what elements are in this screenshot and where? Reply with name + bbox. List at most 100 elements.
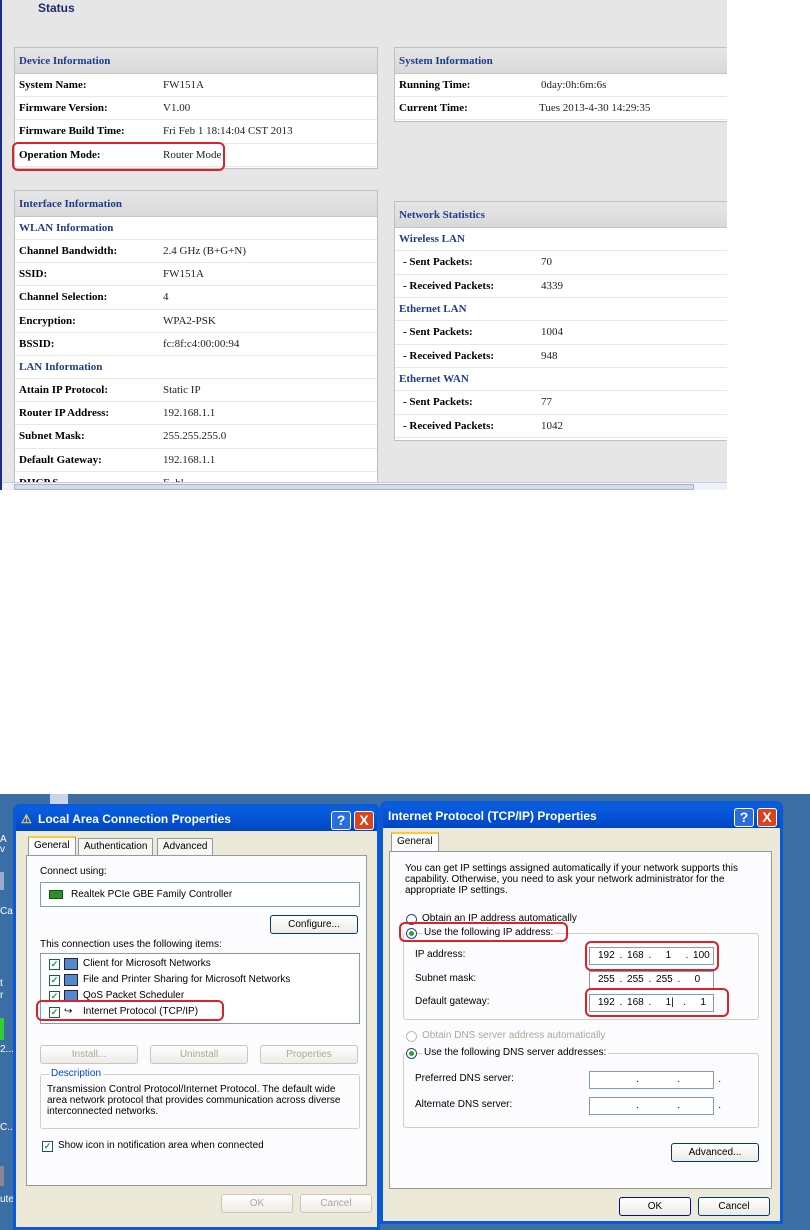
info-row: Attain IP Protocol: Static IP <box>15 379 377 403</box>
desktop-icon-label[interactable]: 2... <box>0 1044 14 1055</box>
ip-address-highlight <box>585 941 719 971</box>
intro-text: You can get IP settings assigned automat… <box>405 863 738 896</box>
radio-obtain-dns-auto[interactable] <box>406 1031 417 1042</box>
dns-group <box>403 1053 759 1128</box>
stats-row: - Received Packets: 4339 <box>395 275 727 298</box>
info-row: BSSID: fc:8f:c4:00:00:94 <box>15 333 377 356</box>
help-button[interactable]: ? <box>734 808 754 827</box>
show-icon-label: Show icon in notification area when conn… <box>58 1140 264 1151</box>
connect-using-label: Connect using: <box>40 866 107 877</box>
desktop-icon-label[interactable]: C.. <box>0 1122 13 1133</box>
tab-advanced[interactable]: Advanced <box>157 838 214 855</box>
subnet-mask-field[interactable]: 255 . 255 . 255 . 0 <box>589 971 714 989</box>
use-dns-label: Use the following DNS server addresses: <box>422 1047 609 1058</box>
description-legend: Description <box>49 1068 104 1079</box>
stats-group-ethernet-lan: Ethernet LAN <box>395 298 727 321</box>
interface-information-panel: Interface Information WLAN Information C… <box>14 190 378 490</box>
panel-header: Interface Information <box>15 191 377 217</box>
stats-row: - Sent Packets: 77 <box>395 391 727 415</box>
properties-button[interactable]: Properties <box>260 1045 358 1064</box>
dialog-title: Internet Protocol (TCP/IP) Properties <box>388 809 597 823</box>
stats-group-ethernet-wan: Ethernet WAN <box>395 368 727 391</box>
cancel-button[interactable]: Cancel <box>698 1197 770 1216</box>
adapter-box: Realtek PCIe GBE Family Controller <box>40 882 360 907</box>
desktop-area: A v Cal t r 2... C.. ute ⚠ Local Area Co… <box>0 794 810 1230</box>
general-tab-panel: Connect using: Realtek PCIe GBE Family C… <box>26 855 367 1186</box>
dialog-titlebar[interactable]: ⚠ Local Area Connection Properties ? X <box>16 807 377 831</box>
tab-general[interactable]: General <box>391 832 439 851</box>
panel-header: Device Information <box>15 48 377 74</box>
panel-header: Network Statistics <box>395 202 727 228</box>
description-group: Description Transmission Control Protoco… <box>40 1068 360 1129</box>
tab-general[interactable]: General <box>28 836 76 855</box>
uninstall-button[interactable]: Uninstall <box>150 1045 248 1064</box>
local-area-connection-dialog: ⚠ Local Area Connection Properties ? X G… <box>13 804 380 1230</box>
checkbox-show-icon[interactable]: ✓ <box>42 1141 53 1152</box>
tab-authentication[interactable]: Authentication <box>78 838 154 855</box>
configure-button[interactable]: Configure... <box>270 915 358 934</box>
default-gateway-highlight <box>585 988 729 1017</box>
info-row: Default Gateway: 192.168.1.1 <box>15 449 377 472</box>
advanced-button[interactable]: Advanced... <box>671 1143 759 1162</box>
system-information-panel: System Information Running Time: 0day:0h:… <box>394 47 727 122</box>
dialog-title: Local Area Connection Properties <box>38 812 231 826</box>
info-row: Current Time: Tues 2013-4-30 14:29:35 <box>395 97 727 121</box>
obtain-dns-label: Obtain DNS server address automatically <box>422 1030 606 1041</box>
lan-subheader: LAN Information <box>15 356 377 379</box>
ok-button[interactable]: OK <box>221 1194 293 1213</box>
list-item[interactable]: File and Printer Sharing for Microsoft N… <box>83 974 290 985</box>
horizontal-scrollbar[interactable] <box>2 482 727 490</box>
client-icon <box>64 958 78 970</box>
desktop-icon[interactable] <box>0 1166 4 1186</box>
ok-button[interactable]: OK <box>619 1197 691 1216</box>
subnet-mask-label: Subnet mask: <box>415 973 477 984</box>
dialog-body: General You can get IP settings assigned… <box>383 828 780 1221</box>
general-tab-panel: You can get IP settings assigned automat… <box>389 851 772 1189</box>
desktop-icon-label[interactable]: r <box>0 990 3 1001</box>
info-row: Router IP Address: 192.168.1.1 <box>15 402 377 426</box>
stats-group-wireless-lan: Wireless LAN <box>395 228 727 251</box>
info-row: Firmware Version: V1.00 <box>15 97 377 121</box>
network-connection-icon: ⚠ <box>21 812 32 826</box>
scrollbar-thumb[interactable] <box>14 484 694 490</box>
list-item[interactable]: Client for Microsoft Networks <box>83 958 211 969</box>
desktop-icon[interactable] <box>0 872 4 890</box>
close-button[interactable]: X <box>757 808 777 827</box>
checkbox-file-sharing[interactable]: ✓ <box>49 975 60 986</box>
wlan-subheader: WLAN Information <box>15 217 377 240</box>
cancel-button[interactable]: Cancel <box>300 1194 372 1213</box>
checkbox-client[interactable]: ✓ <box>49 959 60 970</box>
dialog-titlebar[interactable]: Internet Protocol (TCP/IP) Properties ? … <box>383 804 780 828</box>
info-row: Subnet Mask: 255.255.255.0 <box>15 425 377 449</box>
info-row: Encryption: WPA2-PSK <box>15 310 377 333</box>
preferred-dns-field[interactable]: . . . <box>589 1071 721 1089</box>
page-title: Status <box>38 1 75 15</box>
stats-row: - Received Packets: 1042 <box>395 415 727 438</box>
preferred-dns-label: Preferred DNS server: <box>415 1073 514 1084</box>
close-button[interactable]: X <box>354 811 374 830</box>
items-label: This connection uses the following items… <box>40 939 222 950</box>
description-text: Transmission Control Protocol/Internet P… <box>47 1084 341 1117</box>
info-row: Firmware Build Time: Fri Feb 1 18:14:04 C… <box>15 120 377 144</box>
install-button[interactable]: Install... <box>40 1045 138 1064</box>
desktop-icon-label[interactable]: ute <box>0 1194 14 1205</box>
stats-row: - Sent Packets: 70 <box>395 251 727 275</box>
alternate-dns-field[interactable]: . . . <box>589 1097 721 1115</box>
info-row: Channel Bandwidth: 2.4 GHz (B+G+N) <box>15 240 377 264</box>
stats-row: - Received Packets: 948 <box>395 345 727 368</box>
alternate-dns-label: Alternate DNS server: <box>415 1099 513 1110</box>
dialog-body: General Authentication Advanced Connect … <box>16 831 377 1227</box>
help-button[interactable]: ? <box>331 811 351 830</box>
network-adapter-icon <box>49 890 63 899</box>
service-icon <box>64 974 78 986</box>
radio-use-following-dns[interactable] <box>406 1048 417 1059</box>
adapter-name: Realtek PCIe GBE Family Controller <box>71 889 233 900</box>
tcpip-properties-dialog: Internet Protocol (TCP/IP) Properties ? … <box>380 801 783 1224</box>
info-row: SSID: FW151A <box>15 263 377 287</box>
desktop-icon[interactable] <box>0 1018 4 1040</box>
desktop-icon-label[interactable]: v <box>0 844 5 855</box>
info-row: System Name: FW151A <box>15 74 377 98</box>
ip-address-label: IP address: <box>415 949 466 960</box>
tcpip-highlight <box>36 1000 224 1021</box>
desktop-icon-label[interactable]: t <box>0 978 3 989</box>
